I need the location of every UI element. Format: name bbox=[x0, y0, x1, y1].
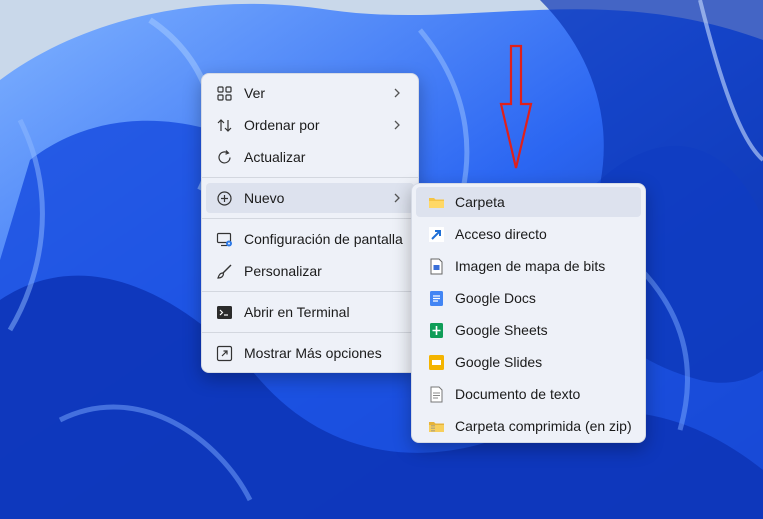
submenu-item-carpeta[interactable]: Carpeta bbox=[416, 187, 641, 217]
desktop-context-menu: Ver Ordenar por Actualizar Nuevo Configu… bbox=[201, 73, 419, 373]
google-slides-icon bbox=[429, 355, 444, 370]
menu-item-label: Abrir en Terminal bbox=[244, 304, 350, 320]
menu-item-label: Personalizar bbox=[244, 263, 322, 279]
folder-icon bbox=[429, 198, 444, 208]
google-sheets-icon bbox=[430, 323, 443, 338]
menu-item-label: Actualizar bbox=[244, 149, 306, 165]
terminal-icon bbox=[217, 306, 232, 319]
submenu-item-imagen-mapa-bits[interactable]: Imagen de mapa de bits bbox=[416, 251, 641, 281]
annotation-down-arrow bbox=[499, 44, 533, 169]
menu-item-ver[interactable]: Ver bbox=[206, 78, 414, 108]
shortcut-icon bbox=[429, 227, 444, 242]
refresh-icon bbox=[218, 150, 231, 164]
submenu-item-label: Carpeta comprimida (en zip) bbox=[455, 418, 632, 434]
menu-separator bbox=[202, 177, 418, 178]
menu-item-personalizar[interactable]: Personalizar bbox=[206, 256, 414, 286]
sort-icon bbox=[217, 119, 232, 132]
submenu-item-label: Google Slides bbox=[455, 354, 543, 370]
submenu-item-label: Acceso directo bbox=[455, 226, 547, 242]
brush-icon bbox=[217, 264, 232, 279]
text-document-icon bbox=[430, 386, 443, 403]
zip-folder-icon bbox=[429, 422, 444, 432]
google-docs-icon bbox=[430, 291, 443, 306]
menu-item-label: Configuración de pantalla bbox=[244, 231, 403, 247]
chevron-right-icon bbox=[394, 193, 400, 203]
menu-item-nuevo[interactable]: Nuevo bbox=[206, 183, 414, 213]
submenu-item-google-docs[interactable]: Google Docs bbox=[416, 283, 641, 313]
menu-item-label: Nuevo bbox=[244, 190, 285, 206]
menu-item-label: Mostrar Más opciones bbox=[244, 345, 382, 361]
submenu-item-label: Google Sheets bbox=[455, 322, 548, 338]
bitmap-icon bbox=[430, 258, 443, 275]
menu-separator bbox=[202, 218, 418, 219]
menu-item-label: Ver bbox=[244, 85, 266, 101]
submenu-item-acceso-directo[interactable]: Acceso directo bbox=[416, 219, 641, 249]
submenu-item-label: Imagen de mapa de bits bbox=[455, 258, 606, 274]
menu-item-label: Ordenar por bbox=[244, 117, 320, 133]
more-options-icon bbox=[216, 345, 233, 362]
plus-circle-icon bbox=[217, 191, 232, 206]
menu-item-mostrar-mas-opciones[interactable]: Mostrar Más opciones bbox=[206, 338, 414, 368]
menu-item-actualizar[interactable]: Actualizar bbox=[206, 142, 414, 172]
submenu-item-label: Documento de texto bbox=[455, 386, 581, 402]
new-submenu: Carpeta Acceso directo Imagen de mapa de… bbox=[411, 183, 646, 443]
menu-item-configuracion-pantalla[interactable]: Configuración de pantalla bbox=[206, 224, 414, 254]
menu-item-ordenar-por[interactable]: Ordenar por bbox=[206, 110, 414, 140]
submenu-item-google-slides[interactable]: Google Slides bbox=[416, 347, 641, 377]
chevron-right-icon bbox=[394, 120, 400, 130]
submenu-item-label: Carpeta bbox=[455, 194, 505, 210]
chevron-right-icon bbox=[394, 88, 400, 98]
submenu-item-label: Google Docs bbox=[455, 290, 536, 306]
menu-separator bbox=[202, 291, 418, 292]
submenu-item-documento-texto[interactable]: Documento de texto bbox=[416, 379, 641, 409]
submenu-item-carpeta-comprimida[interactable]: Carpeta comprimida (en zip) bbox=[416, 411, 641, 441]
submenu-item-google-sheets[interactable]: Google Sheets bbox=[416, 315, 641, 345]
grid-icon bbox=[217, 86, 232, 101]
menu-item-abrir-terminal[interactable]: Abrir en Terminal bbox=[206, 297, 414, 327]
menu-separator bbox=[202, 332, 418, 333]
display-settings-icon bbox=[216, 232, 232, 247]
